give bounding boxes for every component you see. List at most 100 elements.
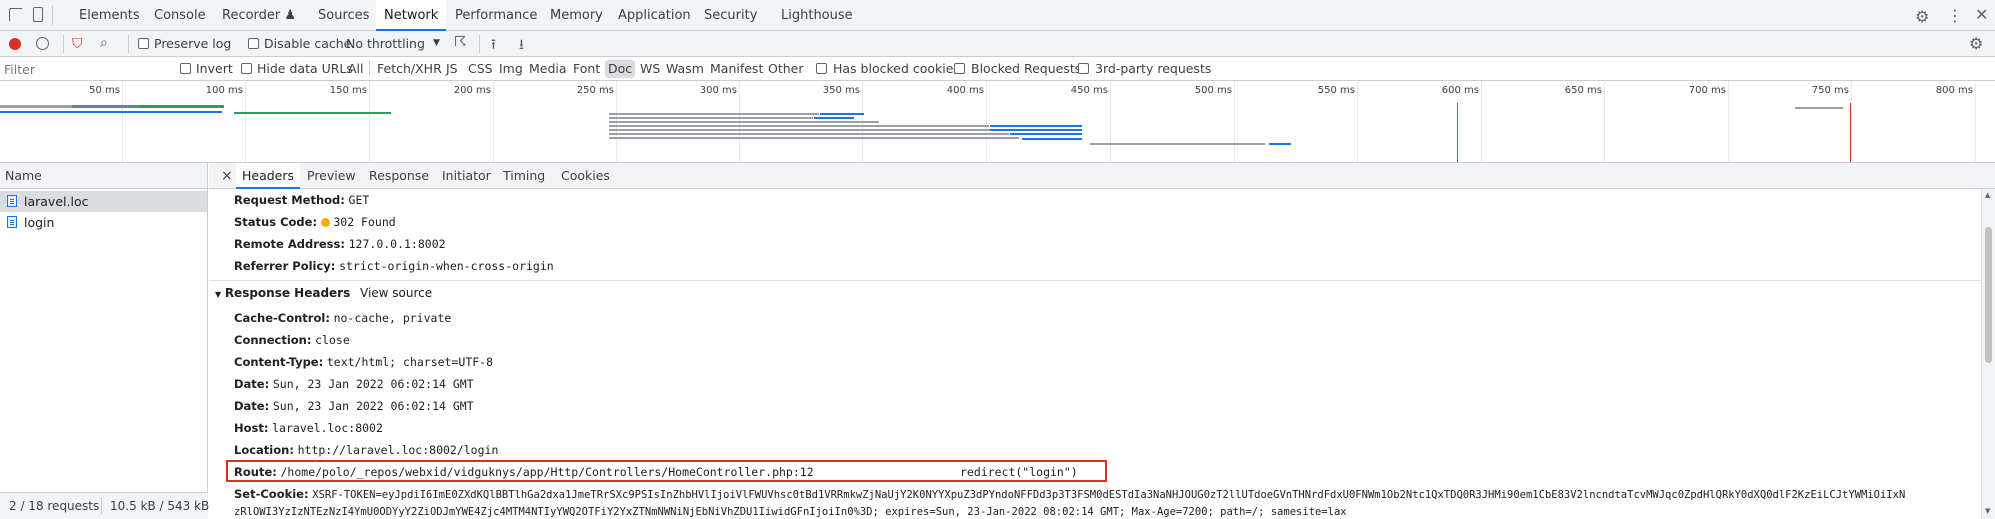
header-value: close (315, 333, 350, 347)
view-source-link[interactable]: View source (360, 284, 432, 302)
header-value: http://laravel.loc:8002/login (297, 443, 499, 457)
tab-network[interactable]: Network (376, 0, 447, 31)
type-filter-css[interactable]: CSS (465, 57, 496, 81)
tab-cookies[interactable]: Cookies (555, 163, 616, 189)
scrollbar-thumb[interactable] (1985, 227, 1992, 363)
request-row[interactable]: laravel.loc (0, 191, 207, 212)
disable-cache-checkbox[interactable] (248, 38, 259, 49)
timeline-bar (609, 113, 819, 115)
scroll-down-icon[interactable]: ▼ (1985, 507, 1990, 515)
type-filter-img[interactable]: Img (496, 57, 526, 81)
filter-icon[interactable]: ⛉ (72, 36, 83, 52)
settings-gear-icon[interactable]: ⚙ (1915, 7, 1929, 26)
header-value: no-cache, private (333, 311, 452, 325)
timeline-bar (234, 112, 391, 114)
tab-response[interactable]: Response (363, 163, 435, 189)
type-filter-media[interactable]: Media (526, 57, 570, 81)
header-value: 127.0.0.1:8002 (348, 237, 446, 251)
document-icon (7, 195, 17, 207)
network-settings-gear-icon[interactable]: ⚙ (1969, 34, 1983, 53)
tab-preview[interactable]: Preview (301, 163, 362, 189)
timeline-tick: 100 ms (205, 85, 243, 96)
type-filter-fetch-xhr[interactable]: Fetch/XHR (374, 57, 445, 81)
export-har-icon[interactable]: ⭳ (519, 34, 524, 58)
timeline-bar (1795, 107, 1843, 109)
tab-security[interactable]: Security (696, 0, 765, 31)
disable-cache-label: Disable cache (264, 36, 352, 51)
tab-sources[interactable]: Sources (310, 0, 377, 31)
timeline-bar (609, 125, 989, 127)
timeline-bar (609, 121, 879, 123)
invert-checkbox[interactable] (180, 63, 191, 74)
type-filter-other[interactable]: Other (765, 57, 807, 81)
header-value: strict-origin-when-cross-origin (339, 259, 554, 273)
timeline-bar (609, 133, 1009, 135)
response-header-row: Connection: close (234, 331, 350, 349)
inspect-element-icon[interactable] (9, 8, 23, 22)
timeline-bar (1022, 138, 1082, 140)
network-conditions-icon[interactable]: ☈ (454, 34, 467, 50)
request-count: 2 / 18 requests (9, 499, 100, 513)
header-key: Referrer Policy: (234, 259, 336, 273)
timeline-bar (1269, 143, 1291, 145)
header-value: Sun, 23 Jan 2022 06:02:14 GMT (272, 377, 474, 391)
timeline-tick: 50 ms (89, 85, 120, 96)
timeline-bar (990, 125, 1082, 127)
tab-initiator[interactable]: Initiator (436, 163, 497, 189)
tab-console[interactable]: Console (146, 0, 214, 31)
type-filter-font[interactable]: Font (570, 57, 603, 81)
timeline-tick: 150 ms (329, 85, 367, 96)
timeline-bar (609, 129, 999, 131)
has-blocked-cookies-checkbox[interactable] (816, 63, 827, 74)
third-party-checkbox[interactable] (1078, 63, 1089, 74)
details-scrollbar[interactable]: ▲ ▼ (1981, 189, 1995, 519)
name-column-header[interactable]: Name (0, 163, 207, 189)
blocked-requests-checkbox[interactable] (954, 63, 965, 74)
type-filter-js[interactable]: JS (443, 57, 461, 81)
clear-icon[interactable] (36, 37, 49, 50)
response-header-row: Host: laravel.loc:8002 (234, 419, 383, 437)
tab-performance[interactable]: Performance (447, 0, 545, 31)
hide-data-urls-checkbox[interactable] (241, 63, 252, 74)
header-key: Set-Cookie: (234, 487, 309, 501)
header-value: GET (348, 193, 370, 207)
response-headers-section-header[interactable]: ▼ Response Headers (215, 284, 350, 302)
type-filter-manifest[interactable]: Manifest (707, 57, 766, 81)
tab-application[interactable]: Application (610, 0, 699, 31)
type-filter-all[interactable]: All (345, 57, 367, 81)
throttling-select[interactable]: No throttling (346, 31, 425, 57)
type-filter-wasm[interactable]: Wasm (663, 57, 707, 81)
timeline-tick: 250 ms (576, 85, 614, 96)
type-filter-ws[interactable]: WS (637, 57, 663, 81)
timeline-overview[interactable]: 50 ms 100 ms 150 ms 200 ms 250 ms 300 ms… (0, 81, 1995, 163)
response-header-row: Content-Type: text/html; charset=UTF-8 (234, 353, 493, 371)
timeline-tick: 450 ms (1070, 85, 1108, 96)
import-har-icon[interactable]: ⭱ (491, 34, 496, 58)
preserve-log-checkbox[interactable] (138, 38, 149, 49)
tab-lighthouse[interactable]: Lighthouse (773, 0, 861, 31)
request-list: Name laravel.loc login (0, 163, 208, 519)
type-filter-doc[interactable]: Doc (605, 60, 636, 78)
request-row[interactable]: login (0, 212, 207, 233)
network-toolbar: ⛉ ⌕ Preserve log Disable cache No thrott… (0, 31, 1995, 57)
scroll-up-icon[interactable]: ▲ (1985, 191, 1990, 199)
header-key: Host: (234, 421, 269, 435)
close-devtools-icon[interactable]: ✕ (1975, 5, 1988, 24)
device-toolbar-icon[interactable] (33, 7, 43, 22)
load-event-marker (1850, 103, 1851, 162)
tab-timing[interactable]: Timing (497, 163, 551, 189)
devtools-tab-bar: Elements Console Recorder ♟ Sources Netw… (0, 0, 1995, 31)
chevron-down-icon: ▼ (433, 38, 440, 48)
record-icon[interactable] (9, 38, 21, 50)
more-options-icon[interactable]: ⋮ (1947, 6, 1963, 25)
timeline-tick: 800 ms (1935, 85, 1973, 96)
search-icon[interactable]: ⌕ (100, 35, 108, 51)
timeline-tick: 700 ms (1688, 85, 1726, 96)
filter-input[interactable] (4, 60, 164, 78)
tab-headers[interactable]: Headers (236, 163, 301, 189)
tab-elements[interactable]: Elements (71, 0, 148, 31)
triangle-down-icon: ▼ (215, 290, 222, 299)
tab-recorder[interactable]: Recorder ♟ (214, 0, 304, 31)
general-row: Remote Address: 127.0.0.1:8002 (234, 235, 446, 253)
tab-memory[interactable]: Memory (542, 0, 611, 31)
